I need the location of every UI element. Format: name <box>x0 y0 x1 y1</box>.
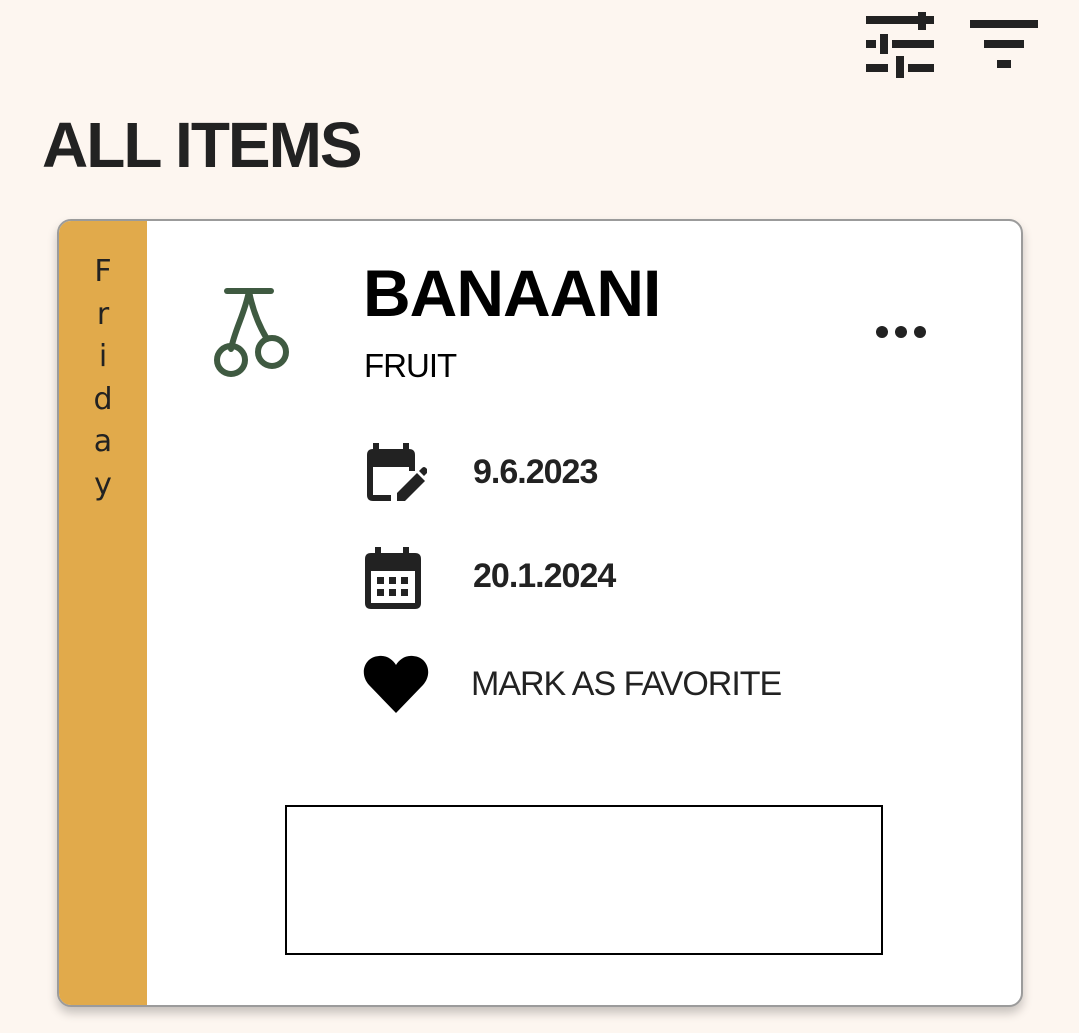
day-letter: i <box>98 339 108 374</box>
empty-box <box>285 805 883 955</box>
day-strip: Friday <box>59 221 147 1005</box>
day-letter: F <box>94 254 112 289</box>
edited-date: 9.6.2023 <box>473 453 598 491</box>
page-title: ALL ITEMS <box>42 109 363 181</box>
day-letter: d <box>93 381 113 417</box>
calendar-edit-icon <box>363 443 428 507</box>
day-letter: r <box>96 296 110 332</box>
expiry-date: 20.1.2024 <box>473 557 616 595</box>
item-name: BANAANI <box>363 256 661 330</box>
item-category: FRUIT <box>364 347 457 384</box>
tune-sliders-icon[interactable] <box>862 12 938 78</box>
more-horizontal-icon[interactable] <box>871 317 931 347</box>
mark-favorite-button[interactable]: MARK AS FAVORITE <box>359 649 799 719</box>
filter-list-icon[interactable] <box>966 16 1042 72</box>
calendar-icon <box>363 547 423 609</box>
heart-icon <box>363 655 429 713</box>
cherries-icon <box>209 283 299 379</box>
day-letter: y <box>94 466 112 502</box>
item-card[interactable]: Friday BANAANI FRUIT 9.6.2023 20.1.2024 … <box>57 219 1023 1007</box>
day-label: Friday <box>59 251 147 506</box>
day-letter: a <box>93 424 113 459</box>
favorite-label: MARK AS FAVORITE <box>471 665 782 703</box>
